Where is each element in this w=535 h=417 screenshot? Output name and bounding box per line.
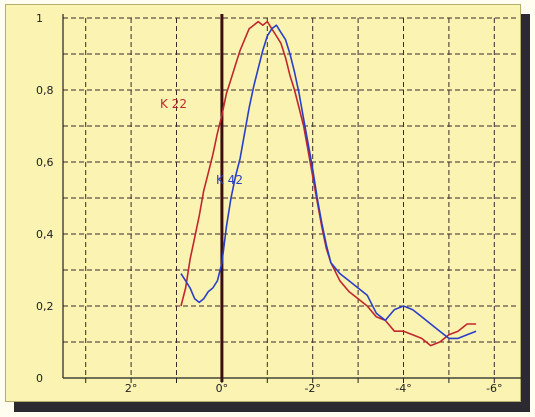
x-tick-label: 2° bbox=[125, 382, 138, 395]
line-chart: 0 0,2 0,4 0,6 0,8 1 2° 0° -2° -4° -6° K 22 K 42 bbox=[36, 12, 521, 395]
y-tick-label: 0,2 bbox=[36, 300, 54, 313]
x-tick-label: 0° bbox=[216, 382, 229, 395]
x-tick-labels: 2° 0° -2° -4° -6° bbox=[125, 382, 503, 395]
x-tick-label: -4° bbox=[395, 382, 411, 395]
y-tick-label: 0,8 bbox=[36, 84, 54, 97]
y-tick-labels: 0 0,2 0,4 0,6 0,8 1 bbox=[36, 12, 54, 385]
x-tick-label: -6° bbox=[486, 382, 502, 395]
x-tick-label: -2° bbox=[304, 382, 320, 395]
y-tick-label: 0 bbox=[36, 372, 43, 385]
y-tick-label: 0,4 bbox=[36, 228, 54, 241]
y-tick-label: 1 bbox=[36, 12, 43, 25]
y-tick-label: 0,6 bbox=[36, 156, 54, 169]
grid bbox=[63, 17, 517, 378]
series-label-k42: K 42 bbox=[216, 173, 243, 187]
series-label-k22: K 22 bbox=[160, 97, 187, 111]
